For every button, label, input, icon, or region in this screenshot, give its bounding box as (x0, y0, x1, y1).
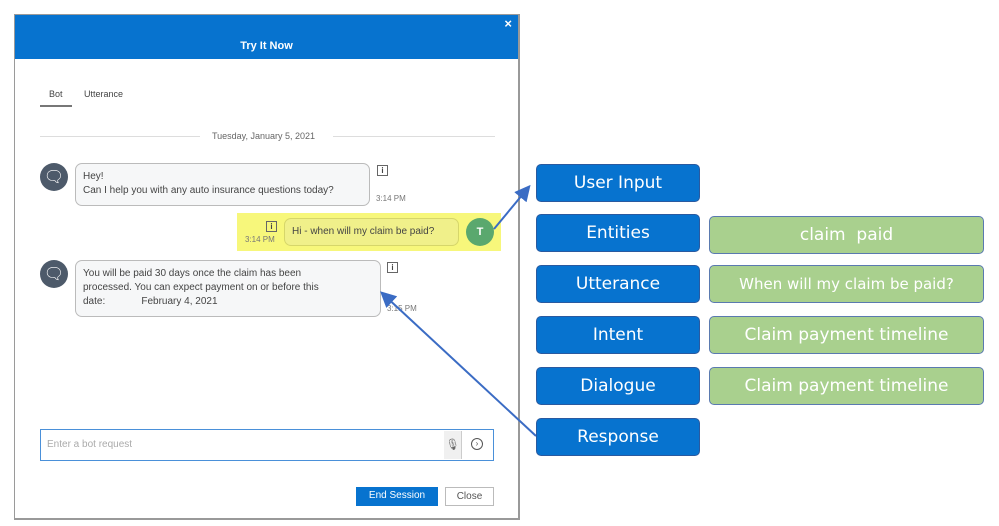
label-utterance: Utterance (536, 265, 700, 303)
annotation-arrows (380, 184, 537, 437)
arrow-response (380, 291, 537, 437)
label-intent: Intent (536, 316, 700, 354)
value-intent: Claim payment timeline (709, 316, 984, 354)
label-dialogue: Dialogue (536, 367, 700, 405)
value-entities: claim paid (709, 216, 984, 254)
label-user-input: User Input (536, 164, 700, 202)
arrow-user-input (493, 184, 531, 230)
label-entities: Entities (536, 214, 700, 252)
label-response: Response (536, 418, 700, 456)
value-dialogue: Claim payment timeline (709, 367, 984, 405)
value-utterance: When will my claim be paid? (709, 265, 984, 303)
